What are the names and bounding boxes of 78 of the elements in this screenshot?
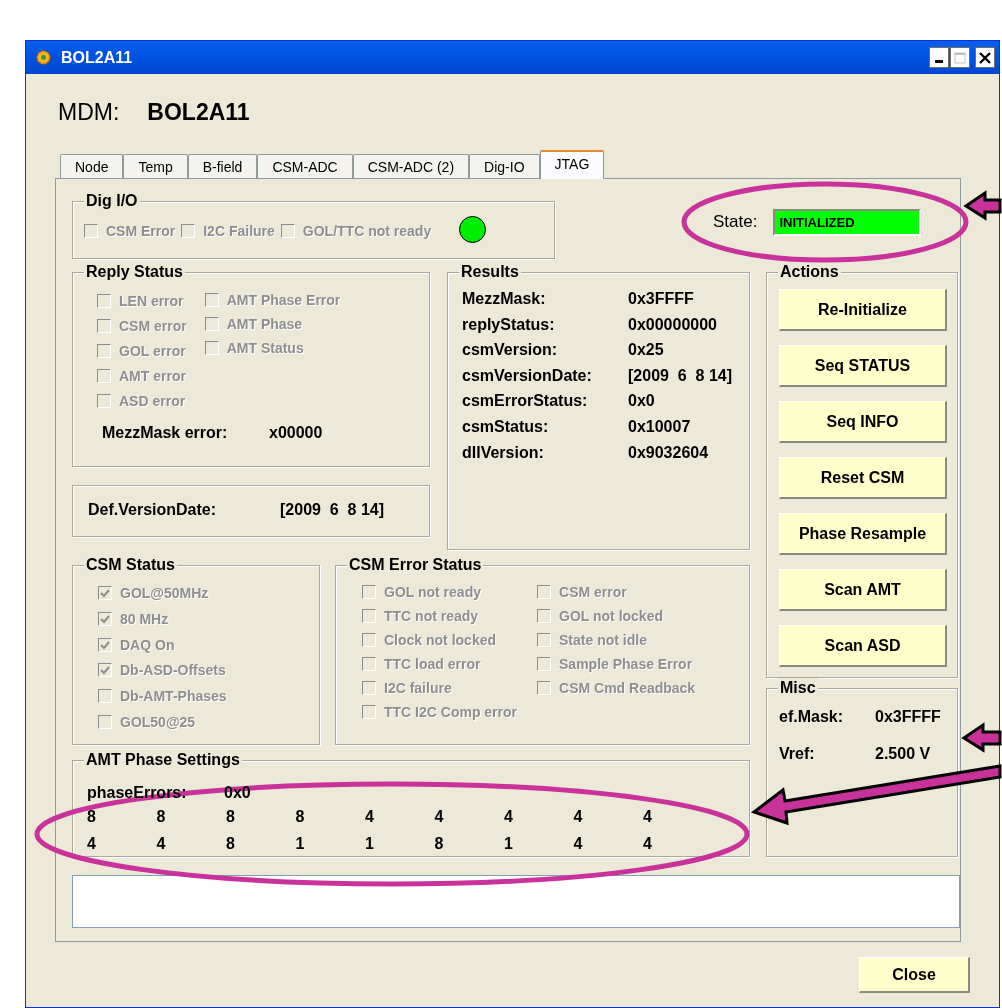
button[interactable]: Reset CSM (779, 457, 947, 499)
group-title: Dig I/O (84, 191, 140, 210)
phase-value: 1 (295, 835, 306, 853)
phase-value: 8 (226, 835, 236, 853)
field-value: 0x0 (628, 392, 655, 411)
phase-value: 8 (295, 808, 306, 826)
gear-icon (34, 48, 53, 67)
tab[interactable]: Dig-IO (469, 154, 540, 178)
tab[interactable]: CSM-ADC (257, 154, 353, 178)
field-label: MezzMask: (462, 290, 547, 308)
state-label: State: (713, 212, 758, 232)
phase-value: 4 (573, 808, 584, 826)
field-label: dllVersion: (462, 443, 545, 462)
group-title: AMT Phase Settings (84, 750, 242, 769)
checkmark-icon (100, 639, 110, 650)
checkmark-icon (100, 665, 110, 676)
header-label: MDM: (58, 98, 120, 126)
message-box[interactable] (72, 875, 960, 928)
field-value: 0x3FFFF (875, 708, 941, 726)
button[interactable]: Re-Initialize (779, 289, 947, 331)
field-label: csmStatus: (462, 417, 550, 436)
field-value: 0x3FFFF (628, 290, 694, 308)
checkmark-icon (100, 613, 110, 624)
phase-value: 4 (643, 808, 653, 826)
field-value: [2009 6 8 14] (280, 501, 385, 519)
field-label: MezzMask error: (102, 423, 229, 442)
tab[interactable]: Temp (123, 154, 188, 178)
button[interactable]: Seq STATUS (779, 345, 947, 387)
phase-value: 4 (365, 808, 375, 826)
field-label: phaseErrors: (87, 784, 188, 802)
phase-value: 1 (504, 835, 514, 853)
maximize-icon (954, 51, 966, 64)
field-value: 0x25 (628, 341, 664, 360)
state-field: INITIALIZED (773, 208, 922, 236)
field-label: csmErrorStatus: (462, 392, 589, 411)
phase-value: 8 (87, 808, 97, 826)
phase-value: 4 (573, 835, 584, 853)
field-label: csmVersion: (462, 341, 559, 360)
field-value: 0x9032604 (628, 443, 709, 462)
button[interactable]: Scan ASD (779, 625, 947, 667)
phase-value: 4 (87, 835, 97, 853)
header-value: BOL2A11 (147, 98, 250, 126)
phase-value: 8 (226, 808, 236, 826)
minimize-icon (935, 60, 943, 63)
field-value: [2009 6 8 14] (628, 366, 733, 385)
button[interactable]: Seq INFO (779, 401, 947, 443)
button[interactable]: Close (859, 957, 970, 993)
phase-value: 4 (643, 835, 653, 853)
phase-value: 4 (504, 808, 514, 826)
field-label: ef.Mask: (779, 708, 845, 726)
checkmark-icon (100, 588, 110, 598)
tab[interactable]: B-field (187, 154, 258, 178)
phase-value: 4 (434, 808, 445, 826)
field-value: 2.500 V (875, 745, 931, 763)
phase-value: 1 (365, 835, 375, 853)
field-label: Vref: (779, 745, 816, 763)
phase-value: 8 (434, 835, 445, 853)
tab[interactable]: JTAG (539, 150, 605, 179)
maximize-button[interactable] (950, 47, 970, 68)
pointer-arrow (961, 722, 1002, 753)
tab[interactable]: CSM-ADC (2) (352, 154, 470, 178)
phase-value: 4 (156, 835, 167, 853)
close-icon (979, 51, 991, 64)
field-label: csmVersionDate: (462, 366, 593, 385)
close-button[interactable] (975, 47, 995, 68)
field-value: 0x00000000 (628, 315, 717, 334)
field-label: replyStatus: (462, 315, 556, 334)
pointer-arrow (963, 190, 1002, 221)
button[interactable]: Phase Resample (779, 513, 947, 555)
field-value: 0x10007 (628, 417, 691, 436)
group-title: Reply Status (84, 262, 185, 281)
tab[interactable]: Node (60, 154, 124, 178)
phase-value: 8 (156, 808, 167, 826)
window-title: BOL2A11 (61, 48, 134, 67)
minimize-button[interactable] (929, 47, 949, 68)
field-value: x00000 (269, 423, 323, 442)
button[interactable]: Scan AMT (779, 569, 947, 611)
field-label: Def.VersionDate: (88, 501, 218, 519)
